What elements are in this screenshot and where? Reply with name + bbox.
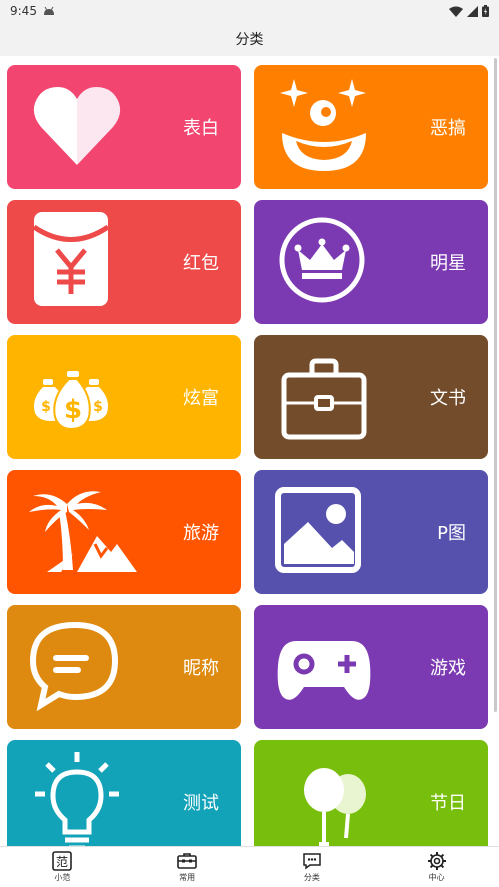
category-grid[interactable]: 表白 恶搞 红包 明星 $ $ $ 炫富 文书 旅游 P图 昵称 游戏 测试 节… — [0, 56, 499, 846]
tab-label: 分类 — [303, 873, 320, 882]
tile-label: 炫富 — [183, 388, 219, 409]
tab-label: 小范 — [54, 873, 71, 882]
category-tile-red-envelope[interactable]: 红包 — [7, 200, 241, 324]
category-tile-festival[interactable]: 节日 — [254, 740, 488, 846]
status-time: 9:45 — [10, 4, 37, 18]
tile-label: P图 — [437, 523, 466, 544]
fan-logo-icon: 范 — [52, 851, 73, 871]
toolbox-icon — [177, 853, 197, 869]
tile-label: 表白 — [183, 118, 219, 139]
clown-face-icon — [280, 79, 366, 171]
tile-label: 红包 — [183, 253, 219, 274]
status-bar: 9:45 — [0, 0, 499, 22]
category-tile-show-off[interactable]: $ $ $ 炫富 — [7, 335, 241, 459]
signal-icon — [467, 5, 478, 17]
category-tile-photo-edit[interactable]: P图 — [254, 470, 488, 594]
tab-common[interactable]: 常用 — [125, 847, 250, 887]
balloons-icon — [304, 768, 366, 846]
category-tile-confession[interactable]: 表白 — [7, 65, 241, 189]
bottom-tab-bar: 范 小范 常用 分类 中心 — [0, 846, 499, 887]
tile-label: 旅游 — [183, 523, 219, 544]
header-bar: 分类 — [0, 22, 499, 56]
tab-fan[interactable]: 范 小范 — [0, 847, 125, 887]
heart-icon — [33, 87, 121, 165]
category-tile-travel[interactable]: 旅游 — [7, 470, 241, 594]
red-envelope-icon — [32, 212, 110, 306]
android-icon — [43, 6, 54, 15]
tab-category[interactable]: 分类 — [250, 847, 375, 887]
tab-label: 常用 — [179, 873, 196, 882]
tile-label: 节日 — [430, 793, 466, 814]
category-icon — [303, 853, 321, 870]
tile-label: 测试 — [183, 793, 219, 814]
wifi-icon — [449, 6, 463, 17]
svg-text:$: $ — [93, 399, 103, 415]
category-tile-celebrity[interactable]: 明星 — [254, 200, 488, 324]
category-tile-nickname[interactable]: 昵称 — [7, 605, 241, 729]
speech-bubble-icon — [29, 621, 119, 712]
gamepad-icon — [277, 641, 371, 700]
lightbulb-icon — [35, 752, 119, 846]
tab-center[interactable]: 中心 — [374, 847, 499, 887]
tile-label: 游戏 — [430, 658, 466, 679]
page-title: 分类 — [235, 32, 264, 48]
crown-icon — [279, 217, 365, 303]
image-icon — [275, 487, 361, 573]
svg-text:$: $ — [41, 399, 51, 415]
category-tile-games[interactable]: 游戏 — [254, 605, 488, 729]
tab-label: 中心 — [428, 873, 445, 882]
gear-icon — [427, 852, 446, 870]
battery-icon — [482, 5, 489, 17]
category-tile-documents[interactable]: 文书 — [254, 335, 488, 459]
tile-label: 恶搞 — [430, 118, 466, 139]
category-tile-test[interactable]: 测试 — [7, 740, 241, 846]
money-bags-icon: $ $ $ — [34, 371, 108, 431]
category-tile-prank[interactable]: 恶搞 — [254, 65, 488, 189]
briefcase-icon — [281, 358, 367, 440]
svg-text:$: $ — [64, 395, 82, 425]
svg-text:范: 范 — [56, 855, 68, 869]
tile-label: 明星 — [430, 253, 466, 274]
tile-label: 昵称 — [183, 658, 219, 679]
tile-label: 文书 — [430, 388, 466, 409]
palm-tree-icon — [29, 491, 137, 572]
scrollbar[interactable] — [494, 58, 497, 712]
